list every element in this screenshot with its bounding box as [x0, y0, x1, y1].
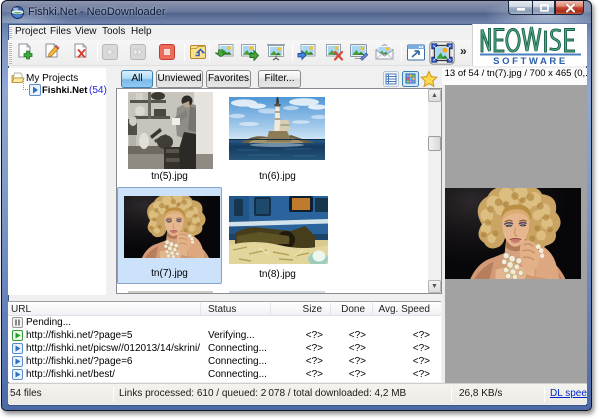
svg-text:SOFTWARE: SOFTWARE — [493, 56, 568, 66]
